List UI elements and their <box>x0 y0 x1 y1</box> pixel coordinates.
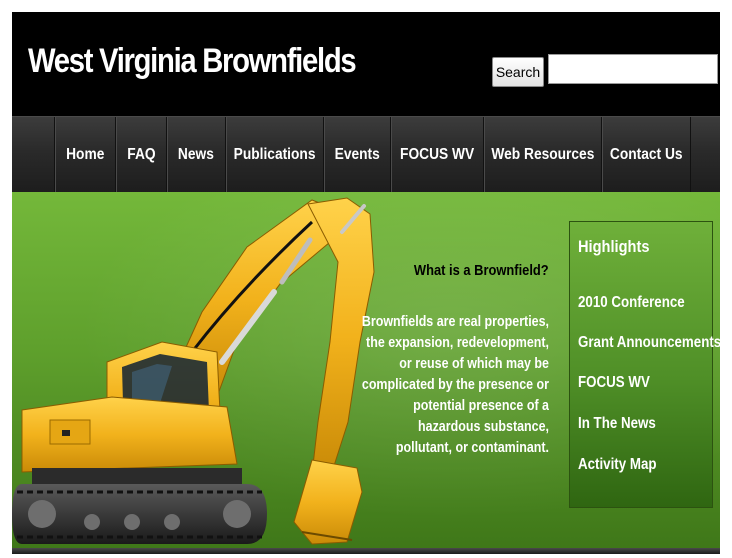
footer-strip <box>12 548 720 554</box>
highlight-link-activity-map[interactable]: Activity Map <box>578 456 657 474</box>
page: West Virginia Brownfields Search Home FA… <box>12 12 720 554</box>
main-nav-bar: Home FAQ News Publications Events FOCUS … <box>12 116 720 193</box>
search-input[interactable] <box>548 54 718 84</box>
nav-item-home[interactable]: Home <box>54 117 115 193</box>
nav-item-label: Publications <box>233 146 316 163</box>
nav-item-label: Events <box>334 146 380 163</box>
nav-item-label: FOCUS WV <box>399 146 475 163</box>
highlights-panel: Highlights 2010 Conference Grant Announc… <box>569 221 720 508</box>
nav-item-focus-wv[interactable]: FOCUS WV <box>390 117 483 193</box>
highlight-link-2010-conference[interactable]: 2010 Conference <box>578 294 685 312</box>
brownfield-definition: Brownfields are real properties, the exp… <box>361 314 549 456</box>
nav-item-label: Contact Us <box>609 146 683 163</box>
main-nav-menu: Home FAQ News Publications Events FOCUS … <box>54 117 691 193</box>
highlight-link-in-the-news[interactable]: In The News <box>578 415 656 433</box>
site-title[interactable]: West Virginia Brownfields <box>28 42 357 81</box>
hero-banner: What is a Brownfield? Brownfields are re… <box>12 192 720 554</box>
nav-item-publications[interactable]: Publications <box>225 117 323 193</box>
what-is-brownfield-heading: What is a Brownfield? <box>414 262 549 279</box>
search-button[interactable]: Search <box>492 57 544 87</box>
nav-item-label: News <box>178 146 214 163</box>
excavator-image <box>12 197 375 545</box>
highlight-link-focus-wv[interactable]: FOCUS WV <box>578 374 650 392</box>
nav-item-web-resources[interactable]: Web Resources <box>483 117 601 193</box>
highlight-link-grant-announcements[interactable]: Grant Announcements <box>578 334 720 352</box>
nav-item-label: Web Resources <box>491 146 594 163</box>
nav-item-events[interactable]: Events <box>323 117 390 193</box>
nav-item-label: Home <box>65 146 105 163</box>
nav-item-label: FAQ <box>126 146 156 163</box>
highlights-heading: Highlights <box>578 237 650 256</box>
site-header: West Virginia Brownfields Search <box>12 12 720 116</box>
nav-item-contact-us[interactable]: Contact Us <box>601 117 691 193</box>
nav-item-news[interactable]: News <box>166 117 225 193</box>
nav-item-faq[interactable]: FAQ <box>115 117 166 193</box>
